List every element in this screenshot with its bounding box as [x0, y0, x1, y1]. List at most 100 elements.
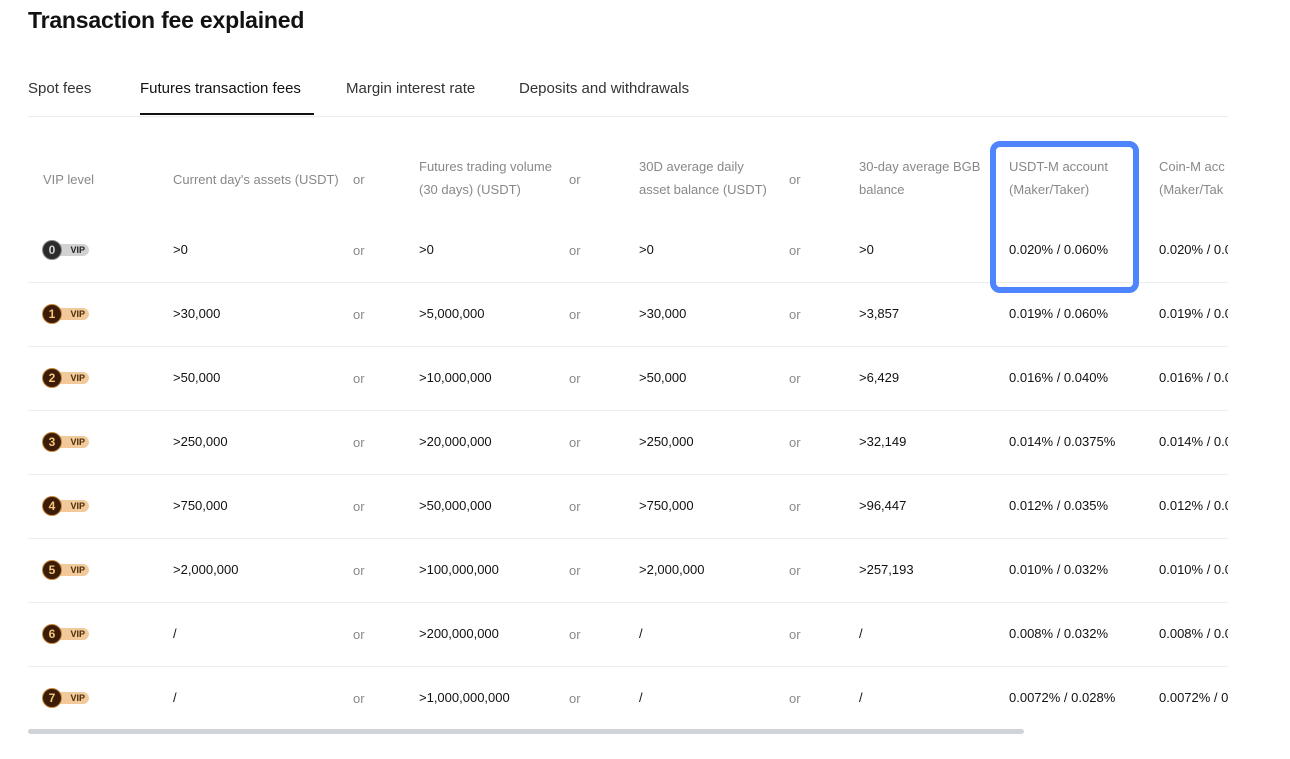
cell-or: or — [789, 243, 801, 258]
cell-or: or — [569, 499, 581, 514]
cell-avg-balance: >2,000,000 — [639, 562, 705, 577]
cell-avg-balance: >50,000 — [639, 370, 687, 385]
cell-assets: / — [173, 626, 177, 641]
cell-bgb: / — [859, 626, 863, 641]
vip-badge-icon: VIP 4 — [42, 496, 90, 516]
cell-or: or — [569, 435, 581, 450]
header-usdtm-line2: (Maker/Taker) — [1009, 182, 1090, 197]
horizontal-scrollbar[interactable] — [28, 729, 1228, 734]
vip-level-number: 0 — [42, 240, 62, 260]
cell-bgb: >6,429 — [859, 370, 900, 385]
cell-or: or — [789, 435, 801, 450]
vip-badge-icon: VIP 1 — [42, 304, 90, 324]
cell-bgb: / — [859, 690, 863, 705]
vip-badge-icon: VIP 6 — [42, 624, 90, 644]
vip-level-number: 1 — [42, 304, 62, 324]
cell-bgb: >3,857 — [859, 306, 900, 321]
cell-or: or — [353, 243, 365, 258]
header-or: or — [789, 172, 801, 187]
cell-avg-balance: >750,000 — [639, 498, 694, 513]
cell-volume: >10,000,000 — [419, 370, 492, 385]
page-title: Transaction fee explained — [28, 7, 305, 33]
vip-badge-icon: VIP 7 — [42, 688, 90, 708]
tab-futures-transaction-fees[interactable]: Futures transaction fees — [140, 80, 301, 97]
cell-or: or — [569, 243, 581, 258]
header-futures-volume-line1: Futures trading volume — [419, 159, 552, 174]
cell-coinm-fee: 0.016% / 0.0 — [1159, 370, 1228, 385]
header-bgb-balance-line1: 30-day average BGB — [859, 159, 981, 174]
header-current-assets: Current day's assets (USDT) — [173, 172, 339, 187]
cell-or: or — [789, 499, 801, 514]
vip-level-number: 4 — [42, 496, 62, 516]
header-avg-balance-line2: asset balance (USDT) — [639, 182, 767, 197]
tab-spot-fees[interactable]: Spot fees — [28, 80, 91, 97]
cell-assets: / — [173, 690, 177, 705]
cell-volume: >100,000,000 — [419, 562, 499, 577]
cell-or: or — [789, 627, 801, 642]
cell-or: or — [353, 563, 365, 578]
cell-avg-balance: >250,000 — [639, 434, 694, 449]
cell-or: or — [353, 435, 365, 450]
cell-usdtm-fee: 0.012% / 0.035% — [1009, 498, 1109, 513]
tab-deposits-and-withdrawals[interactable]: Deposits and withdrawals — [519, 80, 689, 97]
table-row: VIP 4 >750,000 or >50,000,000 or >750,00… — [28, 474, 1228, 539]
fee-tabs: Spot fees Futures transaction fees Margi… — [28, 70, 1228, 117]
vip-level-number: 5 — [42, 560, 62, 580]
header-or: or — [353, 172, 365, 187]
cell-coinm-fee: 0.010% / 0.0 — [1159, 562, 1228, 577]
vip-level-number: 6 — [42, 624, 62, 644]
active-tab-indicator — [140, 113, 314, 115]
header-futures-volume-line2: (30 days) (USDT) — [419, 182, 521, 197]
cell-coinm-fee: 0.012% / 0.0 — [1159, 498, 1228, 513]
cell-assets: >2,000,000 — [173, 562, 239, 577]
table-row: VIP 0 >0 or >0 or >0 or >0 0.020% / 0.06… — [28, 218, 1228, 283]
vip-level-number: 7 — [42, 688, 62, 708]
cell-assets: >750,000 — [173, 498, 228, 513]
vip-level-number: 3 — [42, 432, 62, 452]
header-coinm-line1: Coin-M acc — [1159, 159, 1225, 174]
cell-bgb: >32,149 — [859, 434, 907, 449]
cell-coinm-fee: 0.008% / 0.0 — [1159, 626, 1228, 641]
table-row: VIP 5 >2,000,000 or >100,000,000 or >2,0… — [28, 538, 1228, 603]
table-row: VIP 3 >250,000 or >20,000,000 or >250,00… — [28, 410, 1228, 475]
cell-or: or — [569, 627, 581, 642]
cell-or: or — [789, 691, 801, 706]
cell-volume: >50,000,000 — [419, 498, 492, 513]
futures-fee-table: VIP level Current day's assets (USDT) or… — [28, 140, 1228, 730]
table-row: VIP 2 >50,000 or >10,000,000 or >50,000 … — [28, 346, 1228, 411]
cell-coinm-fee: 0.019% / 0.0 — [1159, 306, 1228, 321]
header-coinm-line2: (Maker/Tak — [1159, 182, 1224, 197]
cell-avg-balance: >30,000 — [639, 306, 687, 321]
cell-or: or — [569, 307, 581, 322]
cell-avg-balance: / — [639, 626, 643, 641]
cell-usdtm-fee: 0.016% / 0.040% — [1009, 370, 1109, 385]
cell-volume: >1,000,000,000 — [419, 690, 510, 705]
vip-badge-icon: VIP 0 — [42, 240, 90, 260]
cell-bgb: >257,193 — [859, 562, 914, 577]
cell-coinm-fee: 0.020% / 0.0 — [1159, 242, 1228, 257]
table-row: VIP 1 >30,000 or >5,000,000 or >30,000 o… — [28, 282, 1228, 347]
cell-assets: >0 — [173, 242, 188, 257]
cell-or: or — [569, 371, 581, 386]
header-or: or — [569, 172, 581, 187]
cell-usdtm-fee: 0.010% / 0.032% — [1009, 562, 1109, 577]
scrollbar-thumb[interactable] — [28, 729, 1024, 734]
header-vip-level: VIP level — [43, 172, 95, 187]
cell-coinm-fee: 0.014% / 0.0 — [1159, 434, 1228, 449]
cell-or: or — [569, 691, 581, 706]
cell-or: or — [789, 563, 801, 578]
vip-level-number: 2 — [42, 368, 62, 388]
header-avg-balance-line1: 30D average daily — [639, 159, 744, 174]
table-header-row: VIP level Current day's assets (USDT) or… — [28, 140, 1228, 218]
cell-or: or — [353, 691, 365, 706]
vip-badge-icon: VIP 5 — [42, 560, 90, 580]
cell-volume: >5,000,000 — [419, 306, 485, 321]
cell-or: or — [353, 371, 365, 386]
tab-margin-interest-rate[interactable]: Margin interest rate — [346, 80, 475, 97]
header-bgb-balance-line2: balance — [859, 182, 905, 197]
header-usdtm-line1: USDT-M account — [1009, 159, 1108, 174]
cell-usdtm-fee: 0.008% / 0.032% — [1009, 626, 1109, 641]
table-row: VIP 7 / or >1,000,000,000 or / or / 0.00… — [28, 666, 1228, 730]
cell-volume: >0 — [419, 242, 434, 257]
cell-usdtm-fee: 0.020% / 0.060% — [1009, 242, 1109, 257]
